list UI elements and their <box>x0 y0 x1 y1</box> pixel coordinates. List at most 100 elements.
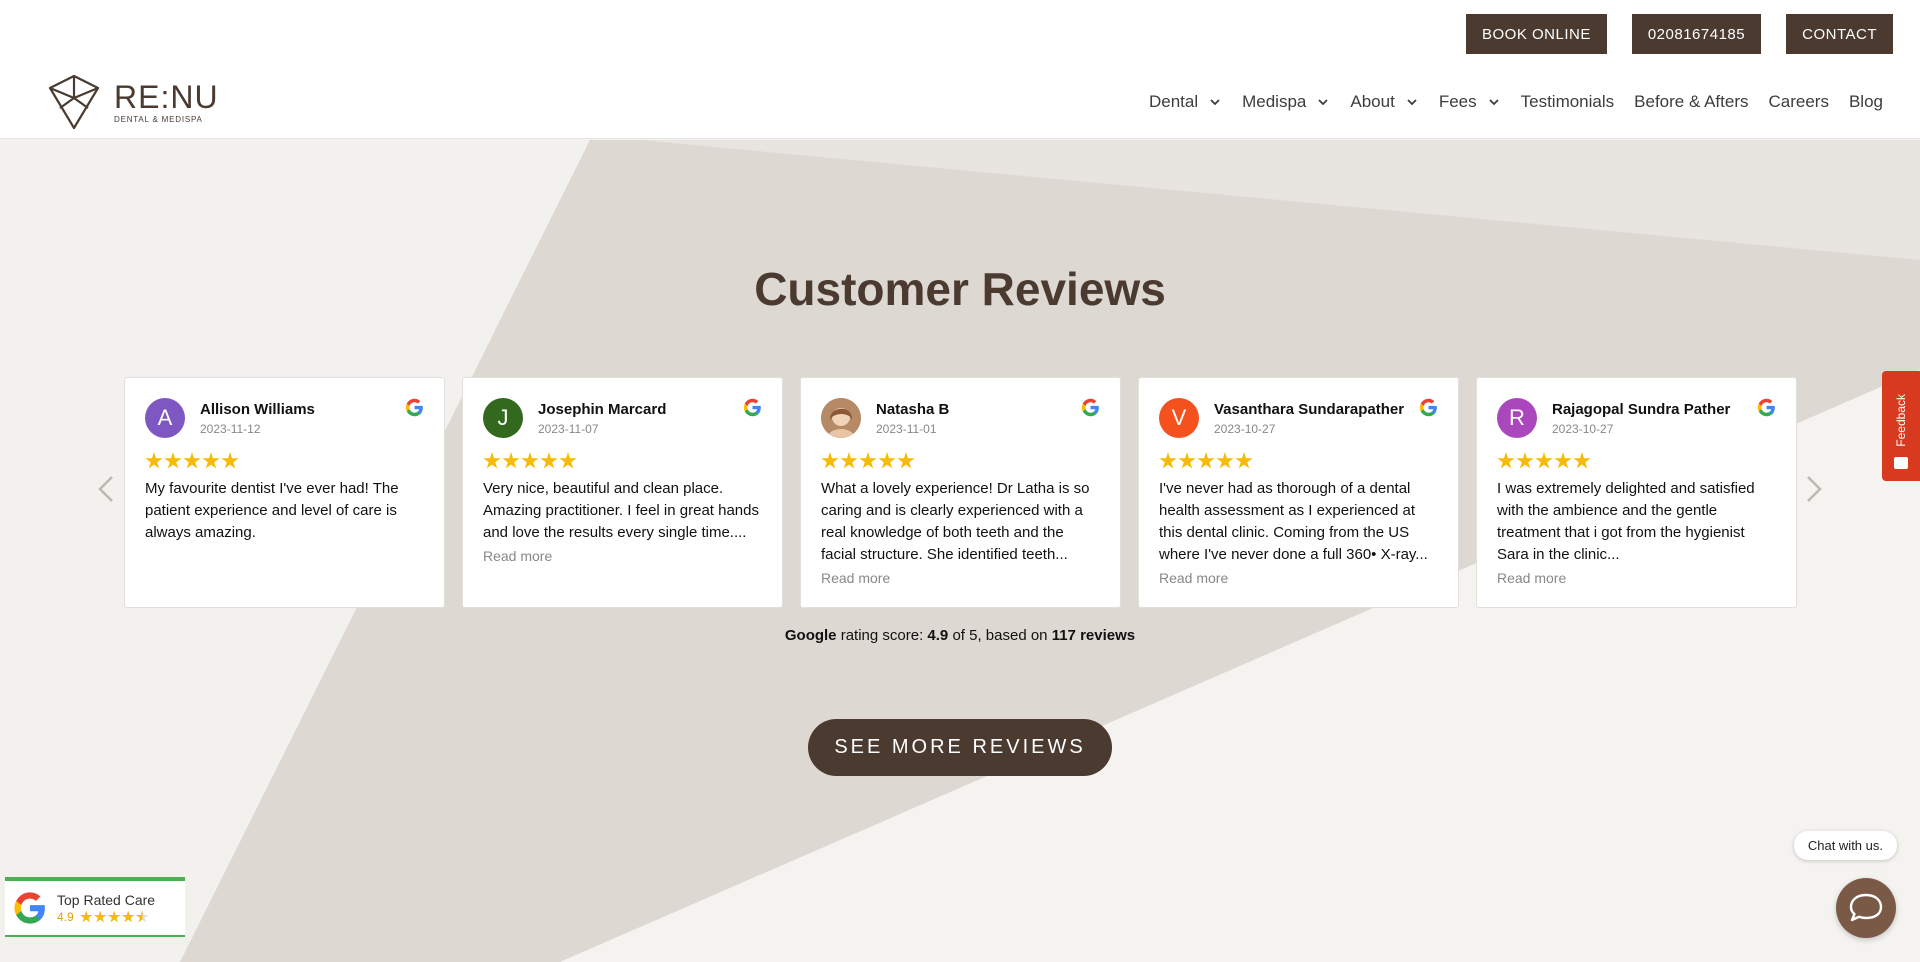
feedback-tab[interactable]: Feedback <box>1882 371 1920 481</box>
star-icon <box>1497 452 1515 469</box>
chevron-down-icon <box>1210 99 1220 106</box>
avatar-photo <box>821 398 861 438</box>
chevron-down-icon <box>1488 99 1499 106</box>
rating-score: 4.9 <box>927 627 949 644</box>
carousel-next-arrow-icon[interactable] <box>1802 473 1826 505</box>
badge-score: 4.9 <box>57 910 74 924</box>
star-icon <box>1235 452 1253 469</box>
review-date: 2023-10-27 <box>1552 421 1614 436</box>
google-rating-badge[interactable]: Top Rated Care 4.9 <box>5 877 185 937</box>
see-more-reviews-button[interactable]: SEE MORE REVIEWS <box>808 719 1112 776</box>
avatar: V <box>1159 398 1199 438</box>
star-icon <box>202 452 220 469</box>
star-icon <box>79 910 93 923</box>
review-card[interactable]: R Rajagopal Sundra Pather 2023-10-27 I w… <box>1476 377 1797 608</box>
star-rating <box>145 452 424 470</box>
reviewer-name: Rajagopal Sundra Pather <box>1552 400 1731 418</box>
star-icon <box>1535 452 1553 469</box>
review-text: I've never had as thorough of a dental h… <box>1159 480 1428 563</box>
reviewer-name: Josephin Marcard <box>538 400 667 418</box>
star-icon <box>1178 452 1196 469</box>
star-icon <box>145 452 163 469</box>
half-star-icon <box>135 910 149 923</box>
review-text: My favourite dentist I've ever had! The … <box>145 480 399 541</box>
star-icon <box>164 452 182 469</box>
review-text: Very nice, beautiful and clean place. Am… <box>483 480 759 541</box>
nav-blog[interactable]: Blog <box>1849 92 1883 112</box>
nav-medispa[interactable]: Medispa <box>1242 92 1330 112</box>
star-rating <box>1159 452 1438 470</box>
badge-title: Top Rated Care <box>57 892 156 908</box>
star-rating <box>821 452 1100 470</box>
star-icon <box>540 452 558 469</box>
site-logo[interactable]: RE:NU DENTAL & MEDISPA <box>46 74 219 130</box>
nav-careers[interactable]: Careers <box>1769 92 1829 112</box>
chat-button[interactable] <box>1836 878 1896 938</box>
logo-name: RE:NU <box>114 78 219 115</box>
chat-label[interactable]: Chat with us. <box>1793 831 1897 860</box>
google-icon <box>1081 398 1099 417</box>
contact-button[interactable]: CONTACT <box>1786 14 1893 54</box>
star-icon <box>93 910 107 923</box>
google-icon <box>1419 398 1437 417</box>
read-more-link[interactable]: Read more <box>1159 570 1438 586</box>
phone-button[interactable]: 02081674185 <box>1631 14 1762 54</box>
review-date: 2023-10-27 <box>1214 421 1276 436</box>
nav-dental[interactable]: Dental <box>1149 92 1222 112</box>
nav-before-afters-label: Before & Afters <box>1634 92 1749 111</box>
section-title: Customer Reviews <box>754 263 1166 315</box>
avatar: J <box>483 398 523 438</box>
rating-source: Google <box>784 627 837 644</box>
star-icon <box>559 452 577 469</box>
google-icon <box>1757 398 1775 417</box>
nav-before-afters[interactable]: Before & Afters <box>1634 92 1748 112</box>
feedback-icon <box>1894 457 1908 469</box>
read-more-link[interactable]: Read more <box>821 570 1100 586</box>
review-text: I was extremely delighted and satisfied … <box>1497 480 1755 563</box>
reviewer-name: Natasha B <box>876 400 950 418</box>
nav-medispa-label: Medispa <box>1242 92 1307 111</box>
review-card[interactable]: V Vasanthara Sundarapather 2023-10-27 I'… <box>1138 377 1459 608</box>
star-icon <box>107 910 121 923</box>
star-icon <box>878 452 896 469</box>
review-date: 2023-11-07 <box>538 421 599 436</box>
star-icon <box>1554 452 1572 469</box>
chevron-down-icon <box>1407 99 1417 106</box>
person-photo-icon <box>821 398 861 438</box>
avatar: R <box>1497 398 1537 438</box>
badge-stars <box>79 910 149 924</box>
nav-dental-label: Dental <box>1148 92 1199 111</box>
review-card[interactable]: A Allison Williams 2023-11-12 My favouri… <box>124 377 445 608</box>
nav-fees[interactable]: Fees <box>1439 92 1501 112</box>
star-icon <box>221 452 239 469</box>
site-header: BOOK ONLINE 02081674185 CONTACT RE:NU DE… <box>0 0 1920 139</box>
star-icon <box>1573 452 1591 469</box>
feedback-label: Feedback <box>1894 394 1908 447</box>
logo-tagline: DENTAL & MEDISPA <box>114 114 203 124</box>
reviews-section: Customer Reviews A Allison Williams 2023… <box>0 140 1920 962</box>
google-icon <box>14 892 45 924</box>
carousel-prev-arrow-icon[interactable] <box>94 473 118 505</box>
star-icon <box>859 452 877 469</box>
google-icon <box>405 398 423 417</box>
star-icon <box>1197 452 1215 469</box>
book-online-button[interactable]: BOOK ONLINE <box>1465 14 1607 54</box>
reviewer-name: Allison Williams <box>200 400 315 418</box>
star-rating <box>1497 452 1776 470</box>
review-card[interactable]: J Josephin Marcard 2023-11-07 Very nice,… <box>462 377 783 608</box>
star-icon <box>1216 452 1234 469</box>
star-rating <box>483 452 762 470</box>
review-date: 2023-11-12 <box>200 421 261 436</box>
rating-label: rating score: <box>840 627 924 644</box>
rating-of: of 5, based on <box>952 627 1048 644</box>
review-date: 2023-11-01 <box>876 421 937 436</box>
read-more-link[interactable]: Read more <box>1497 570 1776 586</box>
star-icon <box>1516 452 1534 469</box>
nav-about[interactable]: About <box>1350 92 1418 112</box>
nav-testimonials[interactable]: Testimonials <box>1521 92 1615 112</box>
read-more-link[interactable]: Read more <box>483 548 762 564</box>
avatar: A <box>145 398 185 438</box>
star-icon <box>502 452 520 469</box>
top-buttons: BOOK ONLINE 02081674185 CONTACT <box>1465 14 1893 54</box>
review-card[interactable]: Natasha B 2023-11-01 What a lovely exper… <box>800 377 1121 608</box>
